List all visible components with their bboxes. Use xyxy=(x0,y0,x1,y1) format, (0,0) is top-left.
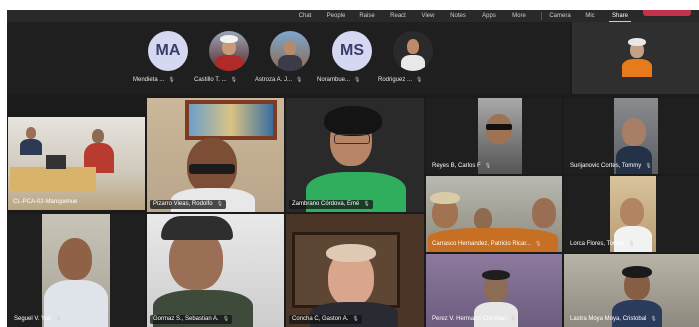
raise-hand-button[interactable]: Raise xyxy=(355,10,379,22)
strip-participant[interactable]: Castillo T. ... 🎙 xyxy=(194,31,260,91)
face xyxy=(532,198,556,228)
view-button[interactable]: View xyxy=(416,10,440,22)
participant-name-label: Reyes B, Carlos F 🎙 xyxy=(432,163,492,169)
mic-off-icon: 🎙 xyxy=(650,316,657,322)
chat-button[interactable]: Chat xyxy=(292,10,318,22)
vest xyxy=(622,59,652,77)
video-tile[interactable]: Seguel V. Yuri 🎙 xyxy=(8,214,145,327)
face xyxy=(474,208,492,230)
leave-button[interactable] xyxy=(643,10,691,16)
participant-name-label: Zambrano Córdova, Emé 🎙 xyxy=(289,200,373,209)
meeting-toolbar: Chat People Raise React View Notes Apps … xyxy=(7,10,699,22)
participant-strip: MA Mendieta ... 🎙 Castillo T. ... 🎙 Astroz… xyxy=(7,22,570,94)
mic-off-icon: 🎙 xyxy=(628,241,635,247)
more-button[interactable]: More xyxy=(507,10,531,22)
cap xyxy=(161,216,233,240)
mic-off-icon: 🎙 xyxy=(222,316,230,322)
mic-off-icon: 🎙 xyxy=(416,77,423,83)
participant-name-label: Lorca Flores, Tomas 🎙 xyxy=(570,241,635,247)
face xyxy=(26,127,36,139)
glasses xyxy=(189,164,235,174)
participant-name-label: Pizarro Vieas, Rodolfo 🎙 xyxy=(150,200,226,209)
strip-participant[interactable]: Astroza A. J... 🎙 xyxy=(255,31,321,91)
mic-off-icon: 🎙 xyxy=(354,77,361,83)
notes-button[interactable]: Notes xyxy=(446,10,470,22)
teams-meeting-window: Chat People Raise React View Notes Apps … xyxy=(7,0,699,327)
strip-participant[interactable]: MA Mendieta ... 🎙 xyxy=(133,31,199,91)
react-button[interactable]: React xyxy=(386,10,410,22)
shirt xyxy=(401,55,425,71)
video-tile[interactable]: CL-PCA-02-Manquehue xyxy=(8,117,145,210)
video-tile[interactable]: Carrasco Hernandez, Patricio Ricar... 🎙 xyxy=(426,176,562,252)
mic-off-icon: 🎙 xyxy=(216,201,223,207)
shirt xyxy=(278,55,302,71)
participant-name-label: Gormaz S., Sebastian A. 🎙 xyxy=(150,315,233,324)
hair xyxy=(622,266,652,278)
shirt xyxy=(215,55,243,71)
mic-off-icon: 🎙 xyxy=(535,241,542,247)
mic-off-icon: 🎙 xyxy=(352,316,359,322)
participant-name: Rodriguez ... 🎙 xyxy=(378,77,423,83)
glasses xyxy=(334,134,370,144)
helmet xyxy=(430,192,460,204)
participant-name-label: Concha C, Gaston A. 🎙 xyxy=(289,315,362,324)
mic-off-icon: 🎙 xyxy=(55,316,62,322)
window-titlebar xyxy=(7,0,699,10)
avatar xyxy=(270,31,310,71)
shirt xyxy=(20,139,42,155)
mic-off-icon: 🎙 xyxy=(296,77,303,83)
strip-participant[interactable]: Rodriguez ... 🎙 xyxy=(378,31,444,91)
avatar-initials: MS xyxy=(340,42,364,59)
mic-off-icon: 🎙 xyxy=(484,163,492,169)
participant-name-label: Lastra Moya Moya, Cristobal 🎙 xyxy=(570,316,657,322)
mic-off-icon: 🎙 xyxy=(168,77,175,83)
video-tile[interactable]: Zambrano Córdova, Emé 🎙 xyxy=(286,98,424,212)
face xyxy=(92,129,104,143)
sunglasses xyxy=(486,124,512,130)
laptop xyxy=(46,155,66,169)
participant-name-label: Carrasco Hernandez, Patricio Ricar... 🎙 xyxy=(432,241,542,247)
toolbar-divider xyxy=(541,12,542,20)
video-tile[interactable]: Concha C, Gaston A. 🎙 xyxy=(286,214,424,327)
hair xyxy=(324,106,382,136)
participant-name-label: CL-PCA-02-Manquehue xyxy=(13,199,78,205)
camera-button[interactable]: Camera xyxy=(547,10,573,22)
face xyxy=(620,198,644,226)
people-button[interactable]: People xyxy=(324,10,348,22)
avatar xyxy=(393,31,433,71)
participant-name-label: Surijanovic Cortes, Tommy 🎙 xyxy=(570,163,652,169)
video-tile[interactable]: Lorca Flores, Tomas 🎙 xyxy=(564,176,699,252)
share-button[interactable]: Share xyxy=(609,10,631,22)
face xyxy=(284,41,296,55)
avatar: MA xyxy=(148,31,188,71)
video-tile[interactable]: Lastra Moya Moya, Cristobal 🎙 xyxy=(564,254,699,327)
mic-off-icon: 🎙 xyxy=(363,201,370,207)
participant-name-label: Perez V. Hermann Christian 🎙 xyxy=(432,316,517,322)
participant-name-label: Seguel V. Yuri 🎙 xyxy=(14,316,62,322)
painting xyxy=(189,104,273,136)
helmet xyxy=(220,35,238,43)
mic-button[interactable]: Mic xyxy=(581,10,599,22)
avatar: MS xyxy=(332,31,372,71)
video-tile[interactable]: Gormaz S., Sebastian A. 🎙 xyxy=(147,214,284,327)
face xyxy=(407,39,419,54)
video-tile[interactable]: Pizarro Vieas, Rodolfo 🎙 xyxy=(147,98,284,212)
desk xyxy=(10,167,96,191)
apps-button[interactable]: Apps xyxy=(477,10,501,22)
avatar xyxy=(209,31,249,71)
hair xyxy=(482,270,510,280)
mic-off-icon: 🎙 xyxy=(510,316,517,322)
face xyxy=(622,118,646,146)
helmet xyxy=(628,38,646,46)
video-tile[interactable]: Surijanovic Cortes, Tommy 🎙 xyxy=(564,98,699,174)
mic-off-icon: 🎙 xyxy=(230,77,237,83)
strip-participant[interactable]: MS Norambue... 🎙 xyxy=(317,31,383,91)
video-tile[interactable]: Perez V. Hermann Christian 🎙 xyxy=(426,254,562,327)
hair xyxy=(326,244,376,262)
mic-off-icon: 🎙 xyxy=(645,163,652,169)
self-view-tile[interactable] xyxy=(572,22,699,94)
video-tile[interactable]: Reyes B, Carlos F 🎙 xyxy=(426,98,562,174)
avatar-initials: MA xyxy=(155,42,181,59)
face xyxy=(58,238,92,280)
